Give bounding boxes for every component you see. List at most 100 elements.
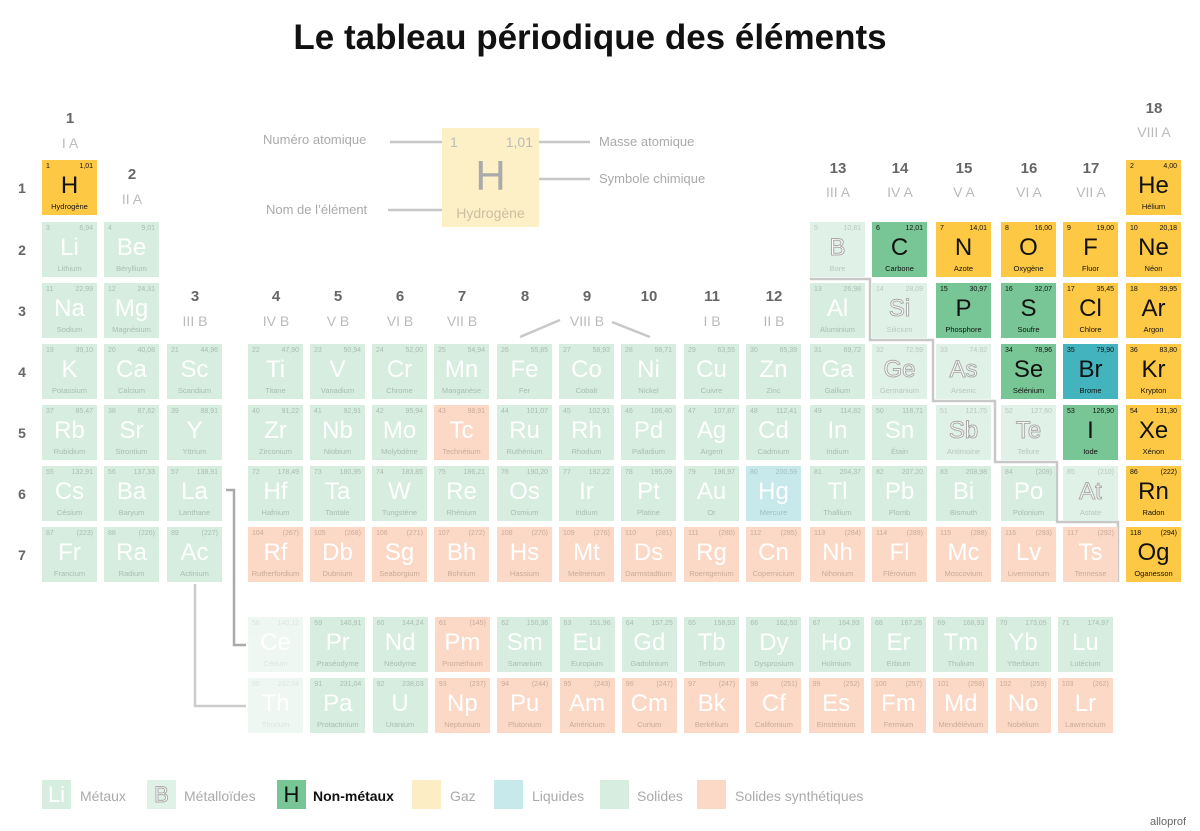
- element-astate[interactable]: 85 (210) At Astate: [1063, 466, 1118, 521]
- element-gallium[interactable]: 31 69,72 Ga Gallium: [810, 344, 865, 399]
- element-roentgenium[interactable]: 111 (280) Rg Roentgenium: [684, 527, 739, 582]
- element-iode[interactable]: 53 126,90 I Iode: [1063, 405, 1118, 460]
- element-flérovium[interactable]: 114 (289) Fl Flérovium: [872, 527, 927, 582]
- element-palladium[interactable]: 46 106,40 Pd Palladium: [621, 405, 676, 460]
- element-osmium[interactable]: 76 190,20 Os Osmium: [497, 466, 552, 521]
- element-holmium[interactable]: 67 164,93 Ho Holmium: [808, 617, 864, 672]
- element-thallium[interactable]: 81 204,37 Tl Thallium: [810, 466, 865, 521]
- element-cobalt[interactable]: 27 58,93 Co Cobalt: [559, 344, 614, 399]
- element-prométhium[interactable]: 61 (145) Pm Prométhium: [434, 617, 490, 672]
- element-plomb[interactable]: 82 207,20 Pb Plomb: [872, 466, 927, 521]
- element-oxygène[interactable]: 8 16,00 O Oxygène: [1001, 222, 1056, 277]
- element-seaborgium[interactable]: 106 (271) Sg Seaborgium: [372, 527, 427, 582]
- element-europium[interactable]: 63 151,96 Eu Europium: [559, 617, 615, 672]
- element-einsteinium[interactable]: 99 (252) Es Einsteinium: [808, 678, 864, 733]
- element-antimoine[interactable]: 51 121,75 Sb Antimoine: [936, 405, 991, 460]
- element-erbium[interactable]: 68 167,26 Er Erbium: [871, 617, 926, 672]
- element-aluminium[interactable]: 13 26,98 Al Aluminium: [810, 283, 865, 338]
- element-terbium[interactable]: 65 158,93 Tb Terbium: [684, 617, 740, 672]
- element-dysprosium[interactable]: 66 162,50 Dy Dysprosium: [746, 617, 802, 672]
- element-californium[interactable]: 98 (251) Cf Californium: [746, 678, 802, 733]
- element-nihonium[interactable]: 113 (284) Nh Nihonium: [810, 527, 865, 582]
- element-oganesson[interactable]: 118 (294) Og Oganesson: [1126, 527, 1181, 582]
- element-radon[interactable]: 86 (222) Rn Radon: [1126, 466, 1181, 521]
- element-thulium[interactable]: 69 168,93 Tm Thulium: [933, 617, 989, 672]
- element-hafnium[interactable]: 72 178,49 Hf Hafnium: [248, 466, 303, 521]
- element-tellure[interactable]: 52 127,60 Te Tellure: [1001, 405, 1056, 460]
- element-vanadium[interactable]: 23 50,94 V Vanadium: [310, 344, 365, 399]
- element-azote[interactable]: 7 14,01 N Azote: [936, 222, 991, 277]
- element-strontium[interactable]: 38 87,62 Sr Strontium: [104, 405, 159, 460]
- element-tennesse[interactable]: 117 (292) Ts Tennesse: [1063, 527, 1118, 582]
- element-bismuth[interactable]: 83 208,98 Bi Bismuth: [936, 466, 991, 521]
- element-néodyme[interactable]: 60 144,24 Nd Néodyme: [372, 617, 428, 672]
- element-lanthane[interactable]: 57 138,91 La Lanthane: [167, 466, 222, 521]
- element-iridium[interactable]: 77 192,22 Ir Iridium: [559, 466, 614, 521]
- element-chlore[interactable]: 17 35,45 Cl Chlore: [1063, 283, 1118, 338]
- element-praséodyme[interactable]: 59 140,91 Pr Praséodyme: [310, 617, 366, 672]
- element-technétium[interactable]: 43 98,91 Tc Technétium: [434, 405, 489, 460]
- element-zirconium[interactable]: 40 91,22 Zr Zirconium: [248, 405, 303, 460]
- element-étain[interactable]: 50 118,71 Sn Étain: [872, 405, 927, 460]
- element-germanium[interactable]: 32 72,59 Ge Germanium: [872, 344, 927, 399]
- element-berkélium[interactable]: 97 (247) Bk Berkélium: [684, 678, 740, 733]
- element-chrome[interactable]: 24 52,00 Cr Chrome: [372, 344, 427, 399]
- element-lawrencium[interactable]: 103 (262) Lr Lawrencium: [1057, 678, 1113, 733]
- element-moscovium[interactable]: 115 (288) Mc Moscovium: [936, 527, 991, 582]
- element-rubidium[interactable]: 37 85,47 Rb Rubidium: [42, 405, 97, 460]
- element-américium[interactable]: 95 (243) Am Américium: [559, 678, 615, 733]
- element-ytterbium[interactable]: 70 173,05 Yb Ytterbium: [995, 617, 1051, 672]
- element-dubnium[interactable]: 105 (268) Db Dubnium: [310, 527, 365, 582]
- element-zinc[interactable]: 30 65,39 Zn Zinc: [746, 344, 801, 399]
- element-potassium[interactable]: 19 39,10 K Potassium: [42, 344, 97, 399]
- element-argent[interactable]: 47 107,87 Ag Argent: [684, 405, 739, 460]
- element-bore[interactable]: 5 10,81 B Bore: [810, 222, 865, 277]
- element-hassium[interactable]: 108 (270) Hs Hassium: [497, 527, 552, 582]
- element-hydrogène[interactable]: 1 1,01 H Hydrogène: [42, 160, 97, 215]
- element-nickel[interactable]: 28 58,71 Ni Nickel: [621, 344, 676, 399]
- element-mercure[interactable]: 80 200,59 Hg Mercure: [746, 466, 801, 521]
- element-rhodium[interactable]: 45 102,91 Rh Rhodium: [559, 405, 614, 460]
- element-plutonium[interactable]: 94 (244) Pu Plutonium: [497, 678, 553, 733]
- element-sélénium[interactable]: 34 78,96 Se Sélénium: [1001, 344, 1056, 399]
- element-magnésium[interactable]: 12 24,31 Mg Magnésium: [104, 283, 159, 338]
- element-rutherfordium[interactable]: 104 (267) Rf Rutherfordium: [248, 527, 303, 582]
- element-nobélium[interactable]: 102 (259) No Nobélium: [995, 678, 1051, 733]
- element-arsenic[interactable]: 33 74,92 As Arsenic: [936, 344, 991, 399]
- element-cérium[interactable]: 58 140,12 Ce Cérium: [248, 617, 303, 672]
- element-cuivre[interactable]: 29 63,55 Cu Cuivre: [684, 344, 739, 399]
- element-béryllium[interactable]: 4 9,01 Be Béryllium: [104, 222, 159, 277]
- element-uranium[interactable]: 92 238,03 U Uranium: [372, 678, 428, 733]
- element-tungstène[interactable]: 74 183,85 W Tungstène: [372, 466, 427, 521]
- element-samarium[interactable]: 62 150,36 Sm Samarium: [497, 617, 553, 672]
- element-polonium[interactable]: 84 (209) Po Polonium: [1001, 466, 1056, 521]
- element-baryum[interactable]: 56 137,33 Ba Baryum: [104, 466, 159, 521]
- element-francium[interactable]: 87 (223) Fr Francium: [42, 527, 97, 582]
- element-titane[interactable]: 22 47,90 Ti Titane: [248, 344, 303, 399]
- element-silicium[interactable]: 14 28,09 Si Silicium: [872, 283, 927, 338]
- element-ruthénium[interactable]: 44 101,07 Ru Ruthénium: [497, 405, 552, 460]
- element-tantale[interactable]: 73 180,95 Ta Tantale: [310, 466, 365, 521]
- element-argon[interactable]: 18 39,95 Ar Argon: [1126, 283, 1181, 338]
- element-livermorium[interactable]: 116 (293) Lv Livermorium: [1001, 527, 1056, 582]
- element-lithium[interactable]: 3 6,94 Li Lithium: [42, 222, 97, 277]
- element-phosphore[interactable]: 15 30,97 P Phosphore: [936, 283, 991, 338]
- element-platine[interactable]: 78 195,09 Pt Platine: [621, 466, 676, 521]
- element-neptunium[interactable]: 93 (237) Np Neptunium: [434, 678, 490, 733]
- element-sodium[interactable]: 11 22,99 Na Sodium: [42, 283, 97, 338]
- element-cadmium[interactable]: 48 112,41 Cd Cadmium: [746, 405, 801, 460]
- element-yttrium[interactable]: 39 88,91 Y Yttrium: [167, 405, 222, 460]
- element-fluor[interactable]: 9 19,00 F Fluor: [1063, 222, 1118, 277]
- element-krypton[interactable]: 36 83,80 Kr Krypton: [1126, 344, 1181, 399]
- element-lutécium[interactable]: 71 174,97 Lu Lutécium: [1057, 617, 1113, 672]
- element-curium[interactable]: 96 (247) Cm Curium: [621, 678, 677, 733]
- element-néon[interactable]: 10 20,18 Ne Néon: [1126, 222, 1181, 277]
- element-césium[interactable]: 55 132,91 Cs Césium: [42, 466, 97, 521]
- element-xénon[interactable]: 54 131,30 Xe Xénon: [1126, 405, 1181, 460]
- element-or[interactable]: 79 196,97 Au Or: [684, 466, 739, 521]
- element-mendélévium[interactable]: 101 (258) Md Mendélévium: [933, 678, 989, 733]
- element-rhénium[interactable]: 75 186,21 Re Rhénium: [434, 466, 489, 521]
- element-scandium[interactable]: 21 44,96 Sc Scandium: [167, 344, 222, 399]
- element-carbone[interactable]: 6 12,01 C Carbone: [872, 222, 927, 277]
- element-copernicium[interactable]: 112 (285) Cn Copernicium: [746, 527, 801, 582]
